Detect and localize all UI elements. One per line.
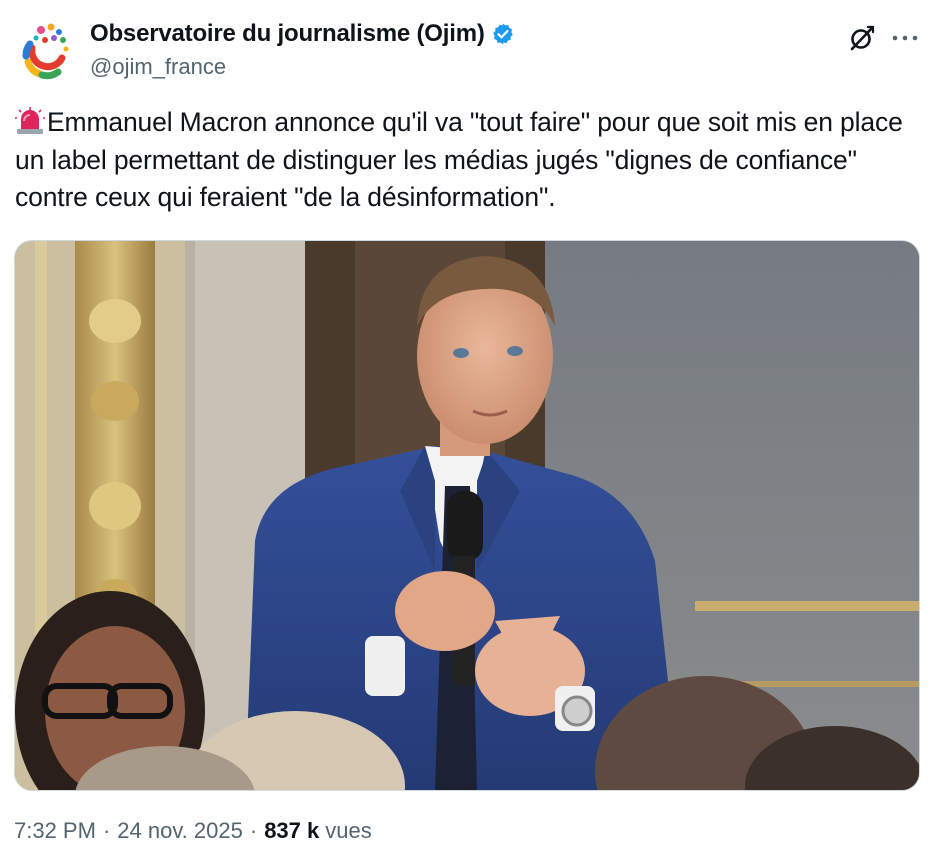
photo-illustration [15, 241, 919, 790]
tweet-body: Emmanuel Macron annonce qu'il va "tout f… [15, 107, 903, 212]
tweet-card: Observatoire du journalisme (Ojim) @ojim… [0, 0, 938, 868]
display-name[interactable]: Observatoire du journalisme (Ojim) [90, 20, 485, 48]
views-label: vues [325, 818, 372, 843]
handle[interactable]: @ojim_france [90, 54, 515, 80]
tweet-photo[interactable] [14, 240, 920, 791]
name-row: Observatoire du journalisme (Ojim) [90, 18, 515, 50]
tweet-date[interactable]: 24 nov. 2025 [117, 818, 243, 844]
grok-button[interactable] [846, 22, 878, 54]
more-options-icon [892, 35, 918, 41]
author-block: Observatoire du journalisme (Ojim) @ojim… [90, 18, 515, 80]
views-count[interactable]: 837 k [264, 818, 319, 844]
tweet-meta: 7:32 PM · 24 nov. 2025 · 837 k vues [14, 818, 372, 844]
separator-dot: · [102, 818, 111, 843]
avatar[interactable] [18, 18, 76, 80]
tweet-text: Emmanuel Macron annonce qu'il va "tout f… [15, 104, 925, 217]
siren-icon [15, 107, 45, 135]
more-options-button[interactable] [888, 22, 922, 54]
verified-badge-icon [491, 22, 515, 46]
grok-icon [850, 25, 875, 51]
avatar-logo [22, 23, 69, 80]
tweet-time[interactable]: 7:32 PM [14, 818, 96, 844]
separator-dot: · [249, 818, 258, 843]
